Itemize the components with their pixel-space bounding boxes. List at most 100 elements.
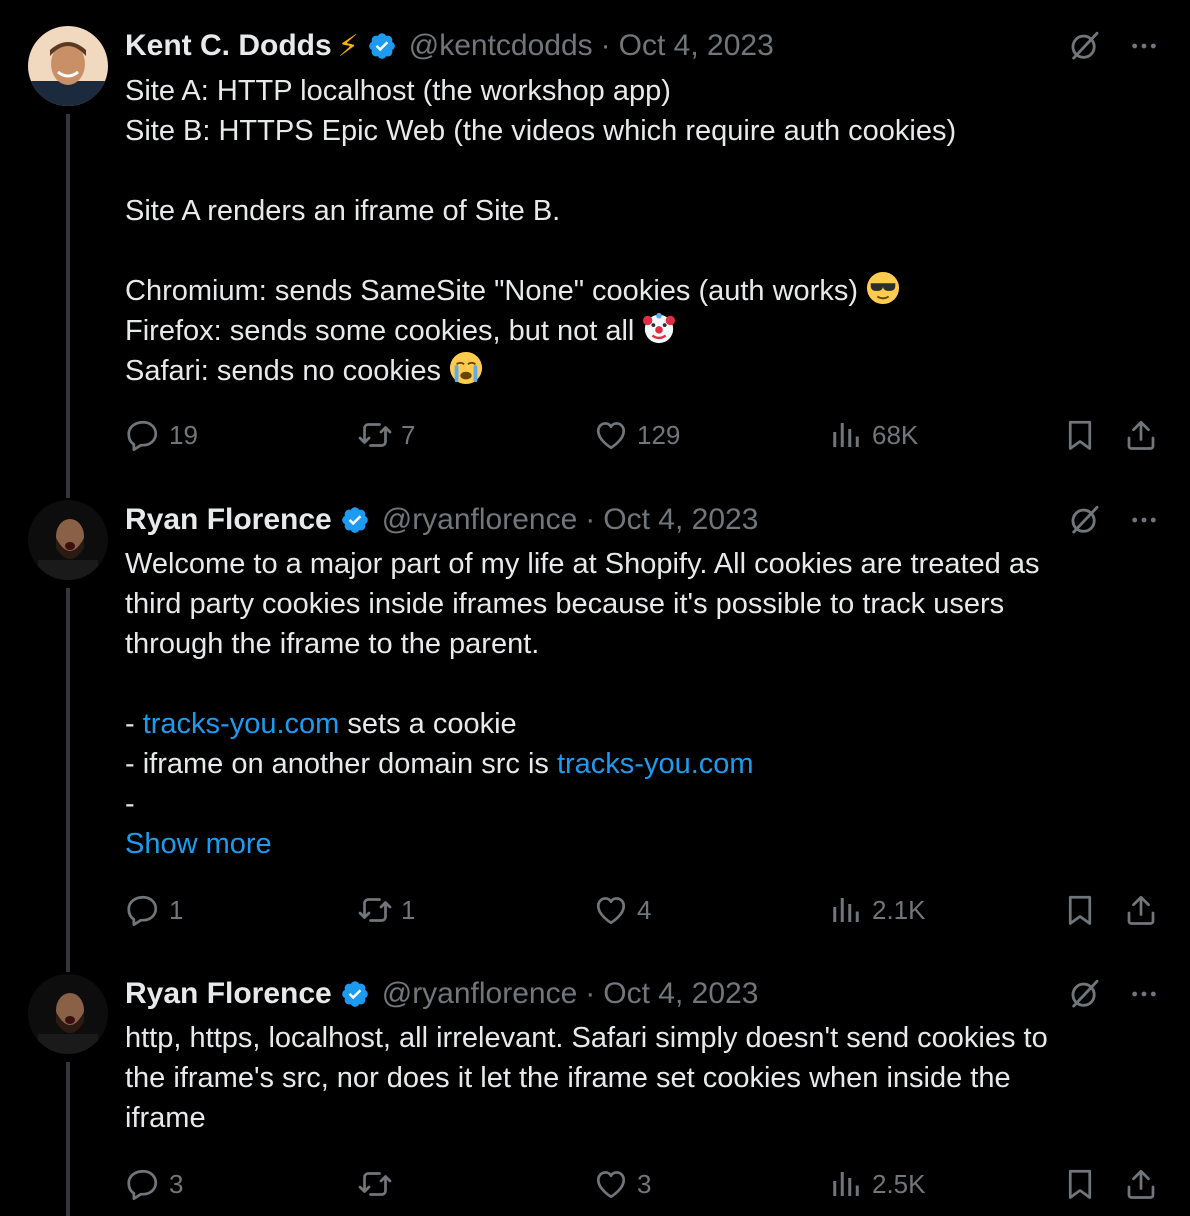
repost-button[interactable]: 1 — [357, 890, 415, 930]
separator-dot: · — [585, 977, 596, 1010]
avatar[interactable] — [28, 500, 108, 580]
author-name[interactable]: Kent C. Dodds — [125, 29, 332, 63]
tracks-you-link[interactable]: tracks-you.com — [143, 708, 340, 740]
tweet-actions: 19 7 129 68K — [125, 415, 1165, 455]
crying-emoji — [449, 351, 483, 385]
show-more-link[interactable]: Show more — [125, 824, 1160, 864]
tracks-you-link[interactable]: tracks-you.com — [557, 748, 754, 780]
tweet-header: Kent C. Dodds ⚡ @kentcdodds · Oct 4, 202… — [125, 26, 1160, 66]
reply-count: 3 — [169, 1168, 184, 1199]
tweet-date[interactable]: Oct 4, 2023 — [603, 503, 758, 537]
thread-line — [66, 470, 70, 498]
text-segment: Firefox: sends some cookies, but not all — [125, 315, 643, 347]
separator-dot: · — [585, 503, 596, 536]
tweet-actions: 3 3 2.5K — [125, 1164, 1165, 1204]
bookmark-icon — [1062, 417, 1098, 453]
bookmark-icon — [1062, 1166, 1098, 1202]
lightning-emoji: ⚡ — [337, 29, 359, 63]
share-icon — [1123, 1166, 1159, 1202]
bookmark-icon — [1062, 892, 1098, 928]
share-button[interactable] — [1123, 415, 1159, 455]
tweet-actions: 1 1 4 2.1K — [125, 890, 1165, 930]
like-icon — [593, 1166, 629, 1202]
like-icon — [593, 417, 629, 453]
reply-button[interactable]: 1 — [125, 890, 183, 930]
text-segment: Safari: sends no cookies — [125, 355, 450, 387]
tweet-1[interactable]: Kent C. Dodds ⚡ @kentcdodds · Oct 4, 202… — [0, 0, 1190, 470]
text-line: - — [125, 788, 135, 820]
text-line: - tracks-you.com sets a cookie — [125, 704, 1160, 744]
share-icon — [1123, 417, 1159, 453]
views-count: 2.1K — [872, 894, 926, 925]
text-line — [125, 151, 1160, 191]
thread-line — [66, 114, 70, 470]
reply-button[interactable]: 3 — [125, 1164, 183, 1204]
text-segment: - iframe on another domain src is — [125, 748, 557, 780]
grok-icon[interactable] — [1068, 29, 1102, 63]
views-count: 68K — [872, 419, 919, 450]
clown-emoji — [643, 312, 676, 344]
share-button[interactable] — [1123, 890, 1159, 930]
author-name[interactable]: Ryan Florence — [125, 977, 332, 1011]
views-button[interactable]: 68K — [828, 415, 918, 455]
tweet-3[interactable]: Ryan Florence @ryanflorence · Oct 4, 202… — [0, 944, 1190, 1216]
author-handle[interactable]: @ryanflorence — [382, 977, 578, 1011]
tweet-text: http, https, localhost, all irrelevant. … — [125, 1018, 1160, 1138]
text-line: iframe — [125, 1102, 206, 1134]
author-handle[interactable]: @kentcdodds — [409, 29, 593, 63]
grok-icon[interactable] — [1068, 503, 1102, 537]
like-button[interactable]: 129 — [593, 415, 680, 455]
more-icon[interactable] — [1128, 504, 1160, 536]
like-button[interactable]: 3 — [593, 1164, 651, 1204]
text-line — [125, 231, 1160, 271]
avatar[interactable] — [28, 26, 108, 106]
tweet-2[interactable]: Ryan Florence @ryanflorence · Oct 4, 202… — [0, 470, 1190, 944]
text-line: http, https, localhost, all irrelevant. … — [125, 1022, 1048, 1054]
tweet-date[interactable]: Oct 4, 2023 — [619, 29, 774, 63]
views-icon — [828, 892, 864, 928]
reply-icon — [125, 892, 161, 928]
text-line — [125, 664, 1160, 704]
text-line: third party cookies inside iframes becau… — [125, 588, 1005, 620]
repost-icon — [357, 1166, 393, 1202]
text-line: Site A renders an iframe of Site B. — [125, 195, 561, 227]
tweet-text: Site A: HTTP localhost (the workshop app… — [125, 71, 1160, 391]
more-icon[interactable] — [1128, 978, 1160, 1010]
share-button[interactable] — [1123, 1164, 1159, 1204]
avatar[interactable] — [28, 974, 108, 1054]
views-button[interactable]: 2.5K — [828, 1164, 926, 1204]
share-icon — [1123, 892, 1159, 928]
text-line: Firefox: sends some cookies, but not all — [125, 311, 1160, 351]
reply-button[interactable]: 19 — [125, 415, 198, 455]
like-count: 3 — [637, 1168, 652, 1199]
repost-icon — [357, 892, 393, 928]
views-icon — [828, 1166, 864, 1202]
tweet-header: Ryan Florence @ryanflorence · Oct 4, 202… — [125, 974, 1160, 1014]
tweet-date[interactable]: Oct 4, 2023 — [603, 977, 758, 1011]
text-line: Safari: sends no cookies — [125, 351, 1160, 391]
thread-line — [66, 1062, 70, 1216]
like-count: 129 — [637, 419, 681, 450]
repost-button[interactable]: 7 — [357, 415, 415, 455]
grok-icon[interactable] — [1068, 977, 1102, 1011]
bookmark-button[interactable] — [1062, 890, 1098, 930]
author-name[interactable]: Ryan Florence — [125, 503, 332, 537]
like-icon — [593, 892, 629, 928]
repost-button[interactable] — [357, 1164, 401, 1204]
thread-line — [66, 588, 70, 944]
verified-badge-icon — [367, 31, 397, 61]
bookmark-button[interactable] — [1062, 415, 1098, 455]
views-button[interactable]: 2.1K — [828, 890, 926, 930]
tweet-header: Ryan Florence @ryanflorence · Oct 4, 202… — [125, 500, 1160, 540]
bookmark-button[interactable] — [1062, 1164, 1098, 1204]
tweet-text: Welcome to a major part of my life at Sh… — [125, 544, 1160, 864]
author-handle[interactable]: @ryanflorence — [382, 503, 578, 537]
verified-badge-icon — [340, 505, 370, 535]
text-line: - iframe on another domain src is tracks… — [125, 744, 1160, 784]
more-icon[interactable] — [1128, 30, 1160, 62]
repost-icon — [357, 417, 393, 453]
reply-count: 19 — [169, 419, 198, 450]
verified-badge-icon — [340, 979, 370, 1009]
like-button[interactable]: 4 — [593, 890, 651, 930]
text-line: Site B: HTTPS Epic Web (the videos which… — [125, 115, 957, 147]
